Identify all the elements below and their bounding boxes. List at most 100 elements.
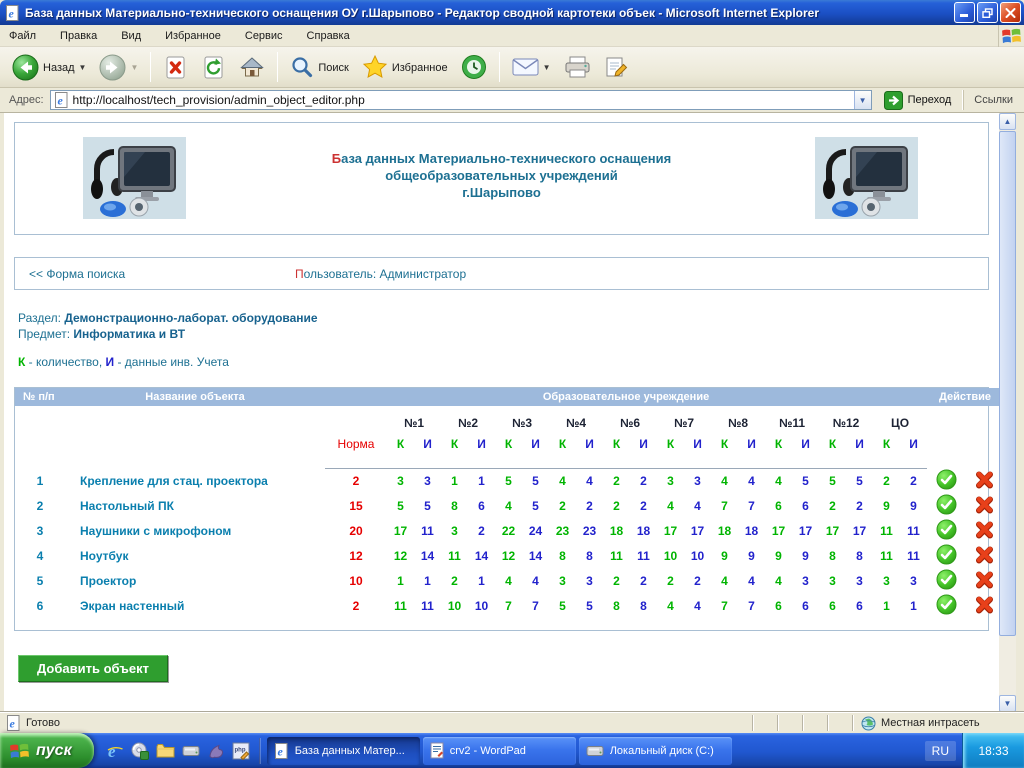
delete-object-button[interactable]	[975, 470, 994, 489]
history-button[interactable]	[456, 52, 492, 82]
forward-button[interactable]: ▼	[94, 52, 143, 83]
delete-object-button[interactable]	[975, 495, 994, 514]
k-column-header: К	[441, 433, 468, 455]
norma-value: 20	[325, 518, 387, 543]
k-value: 17	[765, 518, 792, 543]
k-column-header: К	[603, 433, 630, 455]
k-value: 4	[711, 568, 738, 593]
back-dropdown-icon[interactable]: ▼	[79, 63, 87, 72]
print-button[interactable]	[559, 54, 596, 81]
taskbar-clock[interactable]: 18:33	[962, 733, 1024, 768]
task-button-local-disk[interactable]: Локальный диск (C:)	[579, 737, 732, 765]
restore-button[interactable]	[977, 2, 998, 23]
object-row: 2Настольный ПК1555864522224477662299	[15, 493, 999, 518]
delete-object-button[interactable]	[975, 570, 994, 589]
mail-button[interactable]: ▼	[507, 55, 556, 79]
confirm-object-button[interactable]	[936, 569, 957, 590]
row-number: 4	[15, 543, 65, 568]
i-value: 14	[468, 543, 495, 568]
action-cell	[927, 468, 965, 493]
quicklaunch-dolphin-icon[interactable]	[207, 742, 225, 760]
quicklaunch-cd-icon[interactable]	[131, 742, 149, 760]
k-value: 3	[819, 568, 846, 593]
school-column-header: №11	[765, 406, 819, 433]
legend-text: К - количество, И - данные инв. Учета	[18, 355, 999, 369]
delete-object-button[interactable]	[975, 595, 994, 614]
address-dropdown-icon[interactable]: ▼	[854, 91, 871, 109]
menu-file[interactable]: Файл	[9, 30, 36, 42]
menu-help[interactable]: Справка	[307, 30, 350, 42]
task-button-wordpad[interactable]: crv2 - WordPad	[423, 737, 576, 765]
i-column-header: И	[684, 433, 711, 455]
confirm-object-button[interactable]	[936, 519, 957, 540]
back-icon	[12, 54, 39, 81]
svg-text:e: e	[108, 742, 116, 760]
status-pane	[827, 715, 847, 731]
status-pane	[752, 715, 772, 731]
i-value: 8	[630, 593, 657, 618]
status-bar: e Готово Местная интрасеть	[0, 712, 1024, 733]
go-button[interactable]: Переход	[878, 90, 958, 111]
scroll-up-icon[interactable]: ▲	[999, 113, 1016, 130]
start-button[interactable]: пуск	[0, 733, 94, 768]
back-button[interactable]: Назад ▼	[7, 52, 91, 83]
favorites-star-icon	[362, 54, 388, 80]
search-button[interactable]: Поиск	[285, 53, 353, 81]
links-toolbar[interactable]: Ссылки	[963, 90, 1021, 110]
k-value: 6	[819, 593, 846, 618]
home-button[interactable]	[234, 53, 270, 81]
k-value: 4	[495, 568, 522, 593]
address-input[interactable]: e http://localhost/tech_provision/admin_…	[50, 90, 872, 110]
favorites-button[interactable]: Избранное	[357, 52, 453, 82]
quicklaunch-ie-icon[interactable]: e	[106, 742, 124, 760]
action-cell	[965, 468, 999, 493]
i-column-header: И	[846, 433, 873, 455]
search-form-link[interactable]: << Форма поиска	[29, 267, 295, 281]
refresh-button[interactable]	[196, 53, 231, 82]
confirm-object-button[interactable]	[936, 594, 957, 615]
confirm-object-button[interactable]	[936, 544, 957, 565]
separator-row	[15, 455, 999, 468]
menu-view[interactable]: Вид	[121, 30, 141, 42]
quicklaunch-php-icon[interactable]: php	[232, 742, 250, 760]
forward-dropdown-icon: ▼	[130, 63, 138, 72]
stop-button[interactable]	[158, 53, 193, 82]
confirm-object-button[interactable]	[936, 494, 957, 515]
confirm-object-button[interactable]	[936, 469, 957, 490]
menu-edit[interactable]: Правка	[60, 30, 97, 42]
k-value: 22	[495, 518, 522, 543]
mail-dropdown-icon[interactable]: ▼	[543, 63, 551, 72]
i-value: 4	[576, 468, 603, 493]
delete-object-button[interactable]	[975, 520, 994, 539]
svg-text:e: e	[10, 717, 16, 731]
zone-text: Местная интрасеть	[881, 717, 980, 729]
quicklaunch-folder-icon[interactable]	[156, 743, 175, 758]
delete-object-button[interactable]	[975, 545, 994, 564]
i-value: 11	[414, 518, 441, 543]
quicklaunch-drive-icon[interactable]	[182, 744, 200, 757]
i-value: 4	[522, 568, 549, 593]
svg-text:e: e	[57, 94, 63, 108]
menu-favorites[interactable]: Избранное	[165, 30, 221, 42]
i-value: 5	[522, 468, 549, 493]
school-header-row: №1№2№3№4№6№7№8№11№12ЦО	[15, 406, 999, 433]
vertical-scrollbar[interactable]: ▲ ▼	[999, 113, 1016, 712]
edit-button[interactable]	[599, 53, 634, 81]
minimize-button[interactable]	[954, 2, 975, 23]
menu-tools[interactable]: Сервис	[245, 30, 283, 42]
k-value: 3	[441, 518, 468, 543]
k-value: 1	[441, 468, 468, 493]
action-cell	[927, 493, 965, 518]
i-value: 11	[900, 543, 927, 568]
language-indicator[interactable]: RU	[925, 741, 956, 761]
scroll-down-icon[interactable]: ▼	[999, 695, 1016, 712]
scrollbar-thumb[interactable]	[999, 131, 1016, 636]
security-zone: Местная интрасеть	[852, 715, 1020, 731]
close-button[interactable]	[1000, 2, 1021, 23]
i-value: 3	[846, 568, 873, 593]
i-value: 5	[414, 493, 441, 518]
task-button-database[interactable]: e База данных Матер...	[267, 737, 420, 765]
close-icon	[1005, 8, 1016, 18]
add-object-button[interactable]: Добавить объект	[18, 655, 168, 682]
k-value: 4	[765, 568, 792, 593]
